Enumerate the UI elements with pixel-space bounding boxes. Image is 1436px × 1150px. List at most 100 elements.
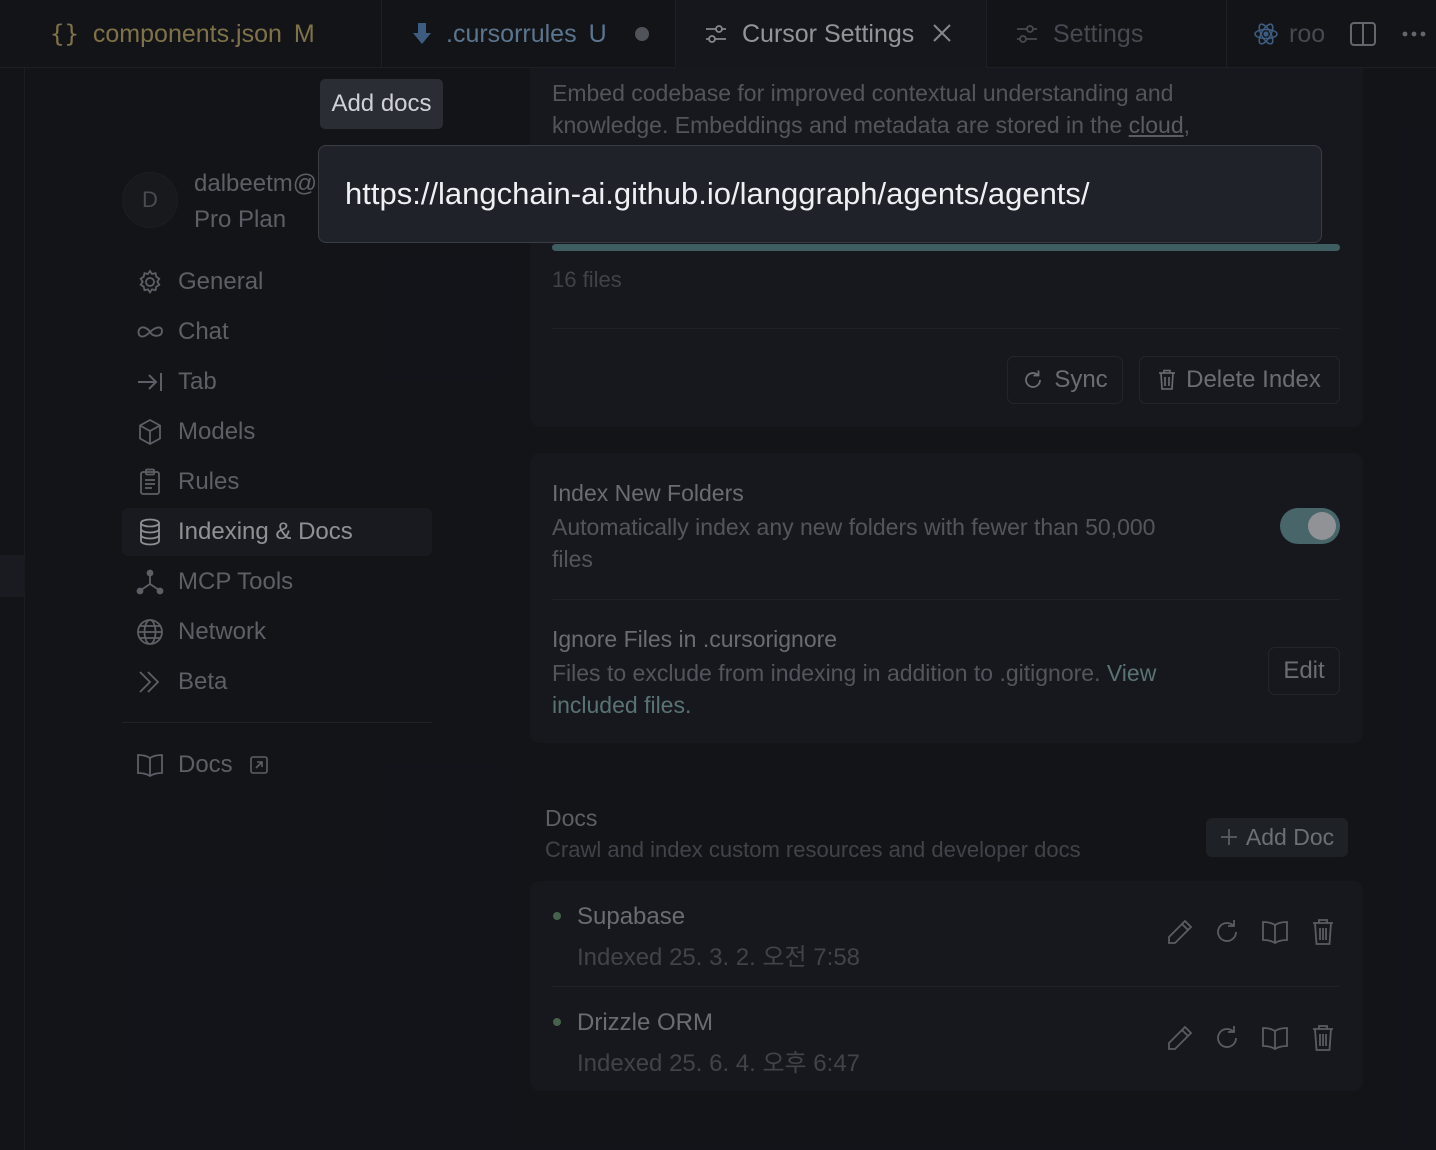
chevrons-icon — [136, 668, 164, 696]
user-email: dalbeetm@ — [194, 170, 318, 197]
delete-index-label: Delete Index — [1186, 366, 1321, 393]
avatar: D — [122, 172, 178, 228]
sidebar-docs-link[interactable]: Docs — [122, 741, 432, 791]
open-doc-book-icon[interactable] — [1258, 1021, 1292, 1055]
sidebar-item-label: Models — [178, 418, 256, 445]
close-icon[interactable] — [932, 19, 952, 49]
tab-cursor-settings[interactable]: Cursor Settings — [676, 0, 987, 68]
download-arrow-icon — [412, 22, 432, 46]
refresh-icon — [1022, 369, 1044, 391]
clipboard-icon — [136, 468, 164, 496]
tab-label: roo — [1289, 19, 1326, 48]
index-progress-bar — [552, 244, 1340, 251]
tab-settings[interactable]: Settings — [987, 0, 1227, 68]
codebase-description-line2: knowledge. Embeddings and metadata are s… — [552, 109, 1190, 141]
sidebar-item-models[interactable]: Models — [122, 408, 432, 456]
react-atom-icon — [1253, 21, 1279, 47]
external-link-icon — [249, 755, 269, 775]
curly-braces-icon: {} — [50, 20, 79, 48]
sync-label: Sync — [1054, 366, 1108, 393]
add-doc-button[interactable]: Add Doc — [1206, 818, 1348, 857]
sidebar-item-label: Tab — [178, 368, 217, 395]
tab-roo[interactable]: roo — [1227, 0, 1347, 68]
codebase-description-suffix: , — [1183, 112, 1191, 138]
sidebar-item-general[interactable]: General — [122, 258, 432, 306]
gutter-highlight — [0, 555, 25, 597]
indexed-files-count: 16 files — [552, 267, 622, 292]
ignore-files-desc-line2: included files. — [552, 689, 691, 721]
add-doc-label: Add Doc — [1245, 824, 1335, 850]
editor-tab-bar: {} components.json M .cursorrules U Curs… — [0, 0, 1436, 68]
trash-icon — [1158, 369, 1176, 391]
more-actions-icon[interactable] — [1398, 18, 1430, 50]
reindex-doc-refresh-icon[interactable] — [1210, 1021, 1244, 1055]
doc-row-divider — [552, 986, 1340, 987]
nodes-icon — [136, 568, 164, 596]
globe-icon — [136, 618, 164, 646]
sliders-icon — [704, 23, 728, 45]
plus-icon — [1220, 822, 1238, 853]
sidebar-item-label: MCP Tools — [178, 568, 294, 595]
delete-index-button[interactable]: Delete Index — [1139, 356, 1340, 404]
view-included-files-link-cont[interactable]: included files. — [552, 692, 691, 718]
view-included-files-link[interactable]: View — [1107, 660, 1156, 686]
gear-icon — [136, 268, 164, 296]
tab-label: Settings — [1053, 19, 1144, 48]
docs-section-title: Docs — [545, 805, 598, 831]
edit-doc-pencil-icon[interactable] — [1163, 1021, 1197, 1055]
sidebar-item-tab[interactable]: Tab — [122, 358, 432, 406]
add-docs-url-box — [318, 145, 1322, 243]
docs-url-input[interactable] — [345, 146, 1295, 242]
tab-label: components.json — [92, 19, 282, 48]
settings-nav: General Chat Tab Models Rules Indexing &… — [122, 258, 432, 708]
index-new-folders-title: Index New Folders — [552, 480, 744, 506]
index-new-folders-desc-line2: files — [552, 546, 593, 572]
sidebar-item-label: Network — [178, 618, 267, 645]
tab-label: Cursor Settings — [742, 19, 915, 48]
sidebar-item-beta[interactable]: Beta — [122, 658, 432, 706]
codebase-description-text: knowledge. Embeddings and metadata are s… — [552, 112, 1129, 138]
sidebar-item-label: Docs — [178, 751, 233, 778]
tab-arrow-icon — [136, 368, 164, 396]
doc-indexed-date: Indexed 25. 3. 2. 오전 7:58 — [577, 944, 861, 971]
reindex-doc-refresh-icon[interactable] — [1210, 915, 1244, 949]
ignore-files-desc-line1: Files to exclude from indexing in additi… — [552, 657, 1156, 689]
delete-doc-trash-icon[interactable] — [1306, 1021, 1340, 1055]
sidebar-item-mcp-tools[interactable]: MCP Tools — [122, 558, 432, 606]
split-editor-icon[interactable] — [1347, 18, 1379, 50]
unsaved-dot-icon[interactable] — [634, 27, 649, 41]
infinity-icon — [136, 318, 164, 346]
sidebar-item-network[interactable]: Network — [122, 608, 432, 656]
panel-divider — [552, 599, 1340, 600]
delete-doc-trash-icon[interactable] — [1306, 915, 1340, 949]
codebase-description-line1: Embed codebase for improved contextual u… — [552, 80, 1174, 106]
index-new-folders-desc-line1: Automatically index any new folders with… — [552, 514, 1156, 540]
edit-cursorignore-button[interactable]: Edit — [1268, 647, 1340, 695]
edit-doc-pencil-icon[interactable] — [1163, 915, 1197, 949]
modified-badge: M — [293, 19, 315, 48]
tab-components-json[interactable]: {} components.json M — [0, 0, 382, 68]
open-doc-book-icon[interactable] — [1258, 915, 1292, 949]
edit-label: Edit — [1283, 657, 1325, 684]
book-icon — [136, 751, 164, 779]
doc-indexed-date: Indexed 25. 6. 4. 오후 6:47 — [577, 1050, 861, 1077]
sidebar-item-rules[interactable]: Rules — [122, 458, 432, 506]
docs-section-subtitle: Crawl and index custom resources and dev… — [545, 837, 1081, 862]
tab-cursorrules[interactable]: .cursorrules U — [382, 0, 676, 68]
ignore-files-title: Ignore Files in .cursorignore — [552, 626, 838, 652]
sidebar-item-chat[interactable]: Chat — [122, 308, 432, 356]
sidebar-item-label: Chat — [178, 318, 229, 345]
sidebar-item-indexing-docs[interactable]: Indexing & Docs — [122, 508, 432, 556]
sidebar-divider — [122, 722, 432, 723]
tab-label: .cursorrules — [446, 19, 577, 48]
status-dot-icon — [553, 912, 561, 920]
doc-name: Supabase — [577, 903, 686, 930]
toggle-knob — [1308, 512, 1336, 540]
add-docs-tooltip: Add docs — [320, 79, 443, 129]
sync-button[interactable]: Sync — [1007, 356, 1123, 404]
database-icon — [136, 518, 164, 546]
cube-icon — [136, 418, 164, 446]
index-new-folders-toggle[interactable] — [1280, 508, 1340, 544]
sidebar-item-docs[interactable]: Docs — [122, 741, 432, 789]
cloud-link[interactable]: cloud — [1129, 112, 1184, 138]
